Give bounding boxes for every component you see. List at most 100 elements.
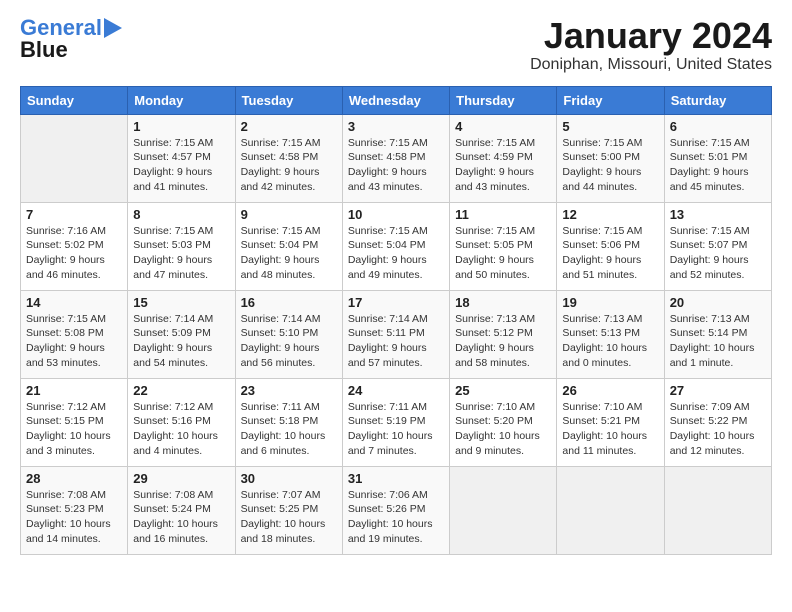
calendar-cell: 26 Sunrise: 7:10 AM Sunset: 5:21 PM Dayli… <box>557 378 664 466</box>
calendar-cell <box>21 114 128 202</box>
calendar-cell: 30 Sunrise: 7:07 AM Sunset: 5:25 PM Dayli… <box>235 466 342 554</box>
logo-arrow-icon <box>104 18 122 38</box>
day-number: 10 <box>348 207 444 222</box>
day-number: 11 <box>455 207 551 222</box>
day-info: Sunrise: 7:13 AM Sunset: 5:14 PM Dayligh… <box>670 312 766 371</box>
month-title: January 2024 <box>530 16 772 56</box>
day-number: 27 <box>670 383 766 398</box>
day-number: 22 <box>133 383 229 398</box>
day-info: Sunrise: 7:15 AM Sunset: 5:04 PM Dayligh… <box>348 224 444 283</box>
calendar-cell: 21Sunrise: 7:12 AM Sunset: 5:15 PM Dayli… <box>21 378 128 466</box>
day-info: Sunrise: 7:15 AM Sunset: 5:00 PM Dayligh… <box>562 136 658 195</box>
day-info: Sunrise: 7:11 AM Sunset: 5:18 PM Dayligh… <box>241 400 337 459</box>
calendar-cell: 2Sunrise: 7:15 AM Sunset: 4:58 PM Daylig… <box>235 114 342 202</box>
calendar-table: SundayMondayTuesdayWednesdayThursdayFrid… <box>20 86 772 555</box>
calendar-cell <box>557 466 664 554</box>
calendar-cell: 19 Sunrise: 7:13 AM Sunset: 5:13 PM Dayli… <box>557 290 664 378</box>
day-number: 18 <box>455 295 551 310</box>
calendar-cell <box>664 466 771 554</box>
day-number: 19 <box>562 295 658 310</box>
day-number: 3 <box>348 119 444 134</box>
calendar-cell: 11 Sunrise: 7:15 AM Sunset: 5:05 PM Dayli… <box>450 202 557 290</box>
calendar-cell: 15 Sunrise: 7:14 AM Sunset: 5:09 PM Dayli… <box>128 290 235 378</box>
calendar-cell: 31 Sunrise: 7:06 AM Sunset: 5:26 PM Dayli… <box>342 466 449 554</box>
day-info: Sunrise: 7:06 AM Sunset: 5:26 PM Dayligh… <box>348 488 444 547</box>
calendar-cell: 3 Sunrise: 7:15 AM Sunset: 4:58 PM Daylig… <box>342 114 449 202</box>
calendar-cell: 5Sunrise: 7:15 AM Sunset: 5:00 PM Daylig… <box>557 114 664 202</box>
calendar-cell: 13 Sunrise: 7:15 AM Sunset: 5:07 PM Dayli… <box>664 202 771 290</box>
logo: General Blue <box>20 16 122 62</box>
day-info: Sunrise: 7:07 AM Sunset: 5:25 PM Dayligh… <box>241 488 337 547</box>
day-number: 2 <box>241 119 337 134</box>
weekday-header-thursday: Thursday <box>450 86 557 114</box>
day-info: Sunrise: 7:15 AM Sunset: 5:07 PM Dayligh… <box>670 224 766 283</box>
weekday-header-saturday: Saturday <box>664 86 771 114</box>
calendar-week-4: 21Sunrise: 7:12 AM Sunset: 5:15 PM Dayli… <box>21 378 772 466</box>
day-number: 28 <box>26 471 122 486</box>
calendar-cell: 4Sunrise: 7:15 AM Sunset: 4:59 PM Daylig… <box>450 114 557 202</box>
page-header: General Blue January 2024 Doniphan, Miss… <box>20 16 772 74</box>
calendar-cell: 17 Sunrise: 7:14 AM Sunset: 5:11 PM Dayli… <box>342 290 449 378</box>
day-number: 1 <box>133 119 229 134</box>
day-info: Sunrise: 7:08 AM Sunset: 5:24 PM Dayligh… <box>133 488 229 547</box>
day-number: 6 <box>670 119 766 134</box>
calendar-cell: 1 Sunrise: 7:15 AM Sunset: 4:57 PM Daylig… <box>128 114 235 202</box>
calendar-cell: 25Sunrise: 7:10 AM Sunset: 5:20 PM Dayli… <box>450 378 557 466</box>
day-info: Sunrise: 7:15 AM Sunset: 4:59 PM Dayligh… <box>455 136 551 195</box>
day-number: 15 <box>133 295 229 310</box>
day-info: Sunrise: 7:15 AM Sunset: 5:03 PM Dayligh… <box>133 224 229 283</box>
day-info: Sunrise: 7:11 AM Sunset: 5:19 PM Dayligh… <box>348 400 444 459</box>
calendar-cell: 6Sunrise: 7:15 AM Sunset: 5:01 PM Daylig… <box>664 114 771 202</box>
calendar-cell: 23 Sunrise: 7:11 AM Sunset: 5:18 PM Dayli… <box>235 378 342 466</box>
day-info: Sunrise: 7:15 AM Sunset: 4:58 PM Dayligh… <box>348 136 444 195</box>
weekday-header-row: SundayMondayTuesdayWednesdayThursdayFrid… <box>21 86 772 114</box>
day-number: 23 <box>241 383 337 398</box>
day-info: Sunrise: 7:15 AM Sunset: 5:06 PM Dayligh… <box>562 224 658 283</box>
day-info: Sunrise: 7:10 AM Sunset: 5:21 PM Dayligh… <box>562 400 658 459</box>
day-info: Sunrise: 7:14 AM Sunset: 5:11 PM Dayligh… <box>348 312 444 371</box>
day-number: 30 <box>241 471 337 486</box>
day-number: 13 <box>670 207 766 222</box>
day-info: Sunrise: 7:15 AM Sunset: 5:08 PM Dayligh… <box>26 312 122 371</box>
day-info: Sunrise: 7:08 AM Sunset: 5:23 PM Dayligh… <box>26 488 122 547</box>
day-number: 12 <box>562 207 658 222</box>
calendar-week-5: 28 Sunrise: 7:08 AM Sunset: 5:23 PM Dayli… <box>21 466 772 554</box>
day-info: Sunrise: 7:09 AM Sunset: 5:22 PM Dayligh… <box>670 400 766 459</box>
calendar-cell: 9 Sunrise: 7:15 AM Sunset: 5:04 PM Daylig… <box>235 202 342 290</box>
day-info: Sunrise: 7:15 AM Sunset: 5:05 PM Dayligh… <box>455 224 551 283</box>
day-info: Sunrise: 7:16 AM Sunset: 5:02 PM Dayligh… <box>26 224 122 283</box>
day-number: 31 <box>348 471 444 486</box>
day-number: 29 <box>133 471 229 486</box>
calendar-week-3: 14 Sunrise: 7:15 AM Sunset: 5:08 PM Dayli… <box>21 290 772 378</box>
day-info: Sunrise: 7:13 AM Sunset: 5:13 PM Dayligh… <box>562 312 658 371</box>
day-info: Sunrise: 7:14 AM Sunset: 5:09 PM Dayligh… <box>133 312 229 371</box>
calendar-cell: 27 Sunrise: 7:09 AM Sunset: 5:22 PM Dayli… <box>664 378 771 466</box>
weekday-header-tuesday: Tuesday <box>235 86 342 114</box>
day-number: 9 <box>241 207 337 222</box>
day-number: 24 <box>348 383 444 398</box>
logo-blue: Blue <box>20 38 68 62</box>
weekday-header-monday: Monday <box>128 86 235 114</box>
calendar-cell: 28 Sunrise: 7:08 AM Sunset: 5:23 PM Dayli… <box>21 466 128 554</box>
calendar-cell: 10 Sunrise: 7:15 AM Sunset: 5:04 PM Dayli… <box>342 202 449 290</box>
calendar-cell: 18Sunrise: 7:13 AM Sunset: 5:12 PM Dayli… <box>450 290 557 378</box>
day-number: 25 <box>455 383 551 398</box>
calendar-week-2: 7Sunrise: 7:16 AM Sunset: 5:02 PM Daylig… <box>21 202 772 290</box>
calendar-cell: 24 Sunrise: 7:11 AM Sunset: 5:19 PM Dayli… <box>342 378 449 466</box>
day-number: 26 <box>562 383 658 398</box>
calendar-cell <box>450 466 557 554</box>
day-number: 20 <box>670 295 766 310</box>
calendar-week-1: 1 Sunrise: 7:15 AM Sunset: 4:57 PM Daylig… <box>21 114 772 202</box>
day-info: Sunrise: 7:15 AM Sunset: 5:04 PM Dayligh… <box>241 224 337 283</box>
day-number: 17 <box>348 295 444 310</box>
day-info: Sunrise: 7:15 AM Sunset: 4:57 PM Dayligh… <box>133 136 229 195</box>
day-number: 14 <box>26 295 122 310</box>
calendar-cell: 7Sunrise: 7:16 AM Sunset: 5:02 PM Daylig… <box>21 202 128 290</box>
calendar-cell: 22 Sunrise: 7:12 AM Sunset: 5:16 PM Dayli… <box>128 378 235 466</box>
calendar-cell: 20 Sunrise: 7:13 AM Sunset: 5:14 PM Dayli… <box>664 290 771 378</box>
day-number: 21 <box>26 383 122 398</box>
title-area: January 2024 Doniphan, Missouri, United … <box>530 16 772 74</box>
day-info: Sunrise: 7:14 AM Sunset: 5:10 PM Dayligh… <box>241 312 337 371</box>
weekday-header-wednesday: Wednesday <box>342 86 449 114</box>
day-info: Sunrise: 7:12 AM Sunset: 5:16 PM Dayligh… <box>133 400 229 459</box>
